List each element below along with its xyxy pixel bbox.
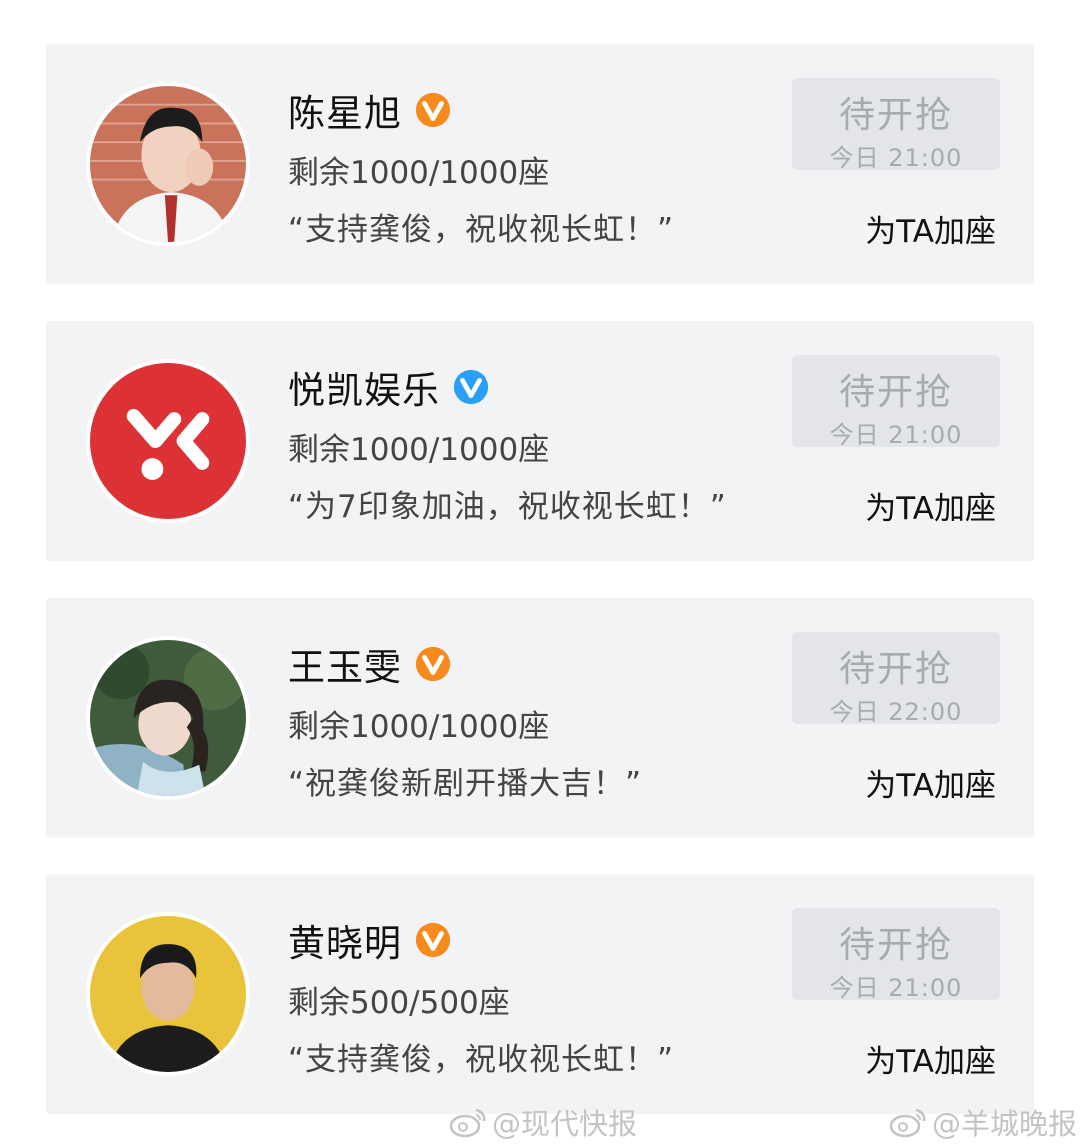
avatar-image bbox=[90, 916, 246, 1072]
support-message: “支持龚俊，祝收视长虹！” bbox=[288, 1042, 675, 1078]
watermark: @羊城晚报 bbox=[888, 1101, 1077, 1143]
remaining-seats: 剩余1000/1000座 bbox=[288, 709, 550, 745]
user-name[interactable]: 王玉雯 bbox=[288, 637, 402, 691]
add-seat-link[interactable]: 为TA加座 bbox=[865, 760, 996, 805]
grab-time: 今日 21:00 bbox=[829, 974, 963, 1002]
grab-time: 今日 21:00 bbox=[829, 421, 963, 449]
avatar[interactable] bbox=[86, 636, 250, 800]
verified-badge-icon bbox=[452, 368, 490, 406]
avatar[interactable] bbox=[86, 82, 250, 246]
seat-card: 陈星旭 剩余1000/1000座 “支持龚俊，祝收视长虹！” 待开抢 今日 21… bbox=[46, 44, 1034, 284]
watermark: @现代快报 bbox=[448, 1101, 637, 1143]
add-seat-link[interactable]: 为TA加座 bbox=[865, 1036, 996, 1081]
user-name[interactable]: 悦凯娱乐 bbox=[288, 360, 440, 414]
remaining-seats: 剩余1000/1000座 bbox=[288, 155, 550, 191]
verified-badge-icon bbox=[414, 91, 452, 129]
weibo-icon bbox=[888, 1106, 928, 1138]
user-name[interactable]: 陈星旭 bbox=[288, 83, 402, 137]
watermark-text: @现代快报 bbox=[492, 1107, 638, 1141]
verified-badge-icon bbox=[414, 645, 452, 683]
seat-card: 黄晓明 剩余500/500座 “支持龚俊，祝收视长虹！” 待开抢 今日 21:0… bbox=[46, 874, 1034, 1114]
add-seat-link[interactable]: 为TA加座 bbox=[865, 483, 996, 528]
grab-seat-button[interactable]: 待开抢 今日 21:00 bbox=[792, 355, 1000, 449]
remaining-seats: 剩余500/500座 bbox=[288, 985, 510, 1021]
seat-card: 悦凯娱乐 剩余1000/1000座 “为7印象加油，祝收视长虹！” 待开抢 今日… bbox=[46, 321, 1034, 561]
avatar[interactable] bbox=[86, 912, 250, 1076]
grab-label: 待开抢 bbox=[838, 95, 953, 136]
grab-time: 今日 22:00 bbox=[829, 698, 963, 726]
watermark-text: @羊城晚报 bbox=[932, 1107, 1078, 1141]
grab-label: 待开抢 bbox=[838, 925, 953, 966]
user-name[interactable]: 黄晓明 bbox=[288, 913, 402, 967]
grab-seat-button[interactable]: 待开抢 今日 21:00 bbox=[792, 78, 1000, 172]
remaining-seats: 剩余1000/1000座 bbox=[288, 432, 550, 468]
avatar-image bbox=[90, 640, 246, 796]
avatar-image bbox=[90, 86, 246, 242]
seat-card: 王玉雯 剩余1000/1000座 “祝龚俊新剧开播大吉！” 待开抢 今日 22:… bbox=[46, 598, 1034, 838]
grab-seat-button[interactable]: 待开抢 今日 21:00 bbox=[792, 908, 1000, 1002]
support-message: “祝龚俊新剧开播大吉！” bbox=[288, 766, 643, 802]
support-message: “为7印象加油，祝收视长虹！” bbox=[288, 489, 727, 525]
avatar[interactable] bbox=[86, 359, 250, 523]
grab-label: 待开抢 bbox=[838, 649, 953, 690]
weibo-icon bbox=[448, 1106, 488, 1138]
brand-logo-avatar bbox=[90, 363, 246, 519]
grab-label: 待开抢 bbox=[838, 372, 953, 413]
add-seat-link[interactable]: 为TA加座 bbox=[865, 206, 996, 251]
grab-seat-button[interactable]: 待开抢 今日 22:00 bbox=[792, 632, 1000, 726]
grab-time: 今日 21:00 bbox=[829, 144, 963, 172]
support-message: “支持龚俊，祝收视长虹！” bbox=[288, 212, 675, 248]
verified-badge-icon bbox=[414, 921, 452, 959]
